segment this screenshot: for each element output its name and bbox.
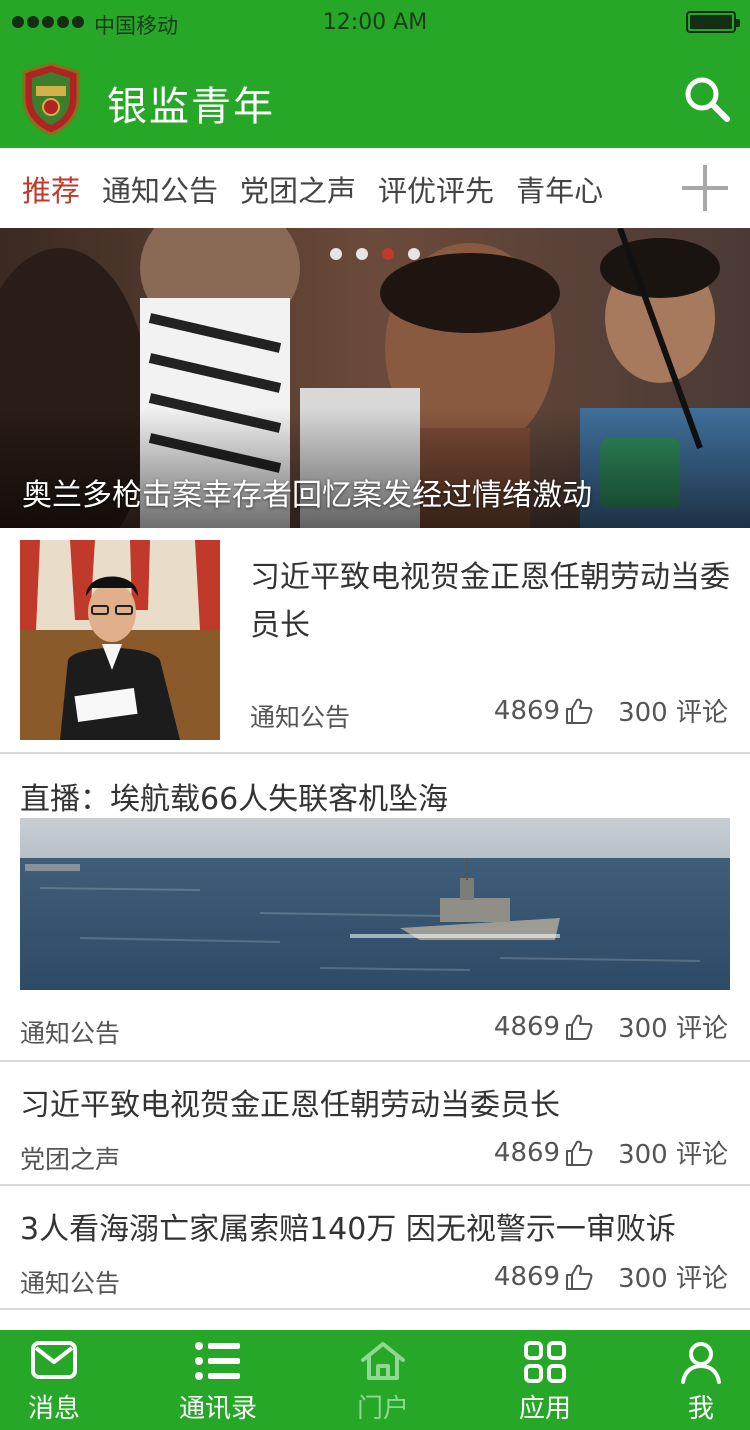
thumbs-up-icon[interactable] <box>564 1138 594 1168</box>
nav-item-portal[interactable]: 门户 <box>328 1330 438 1430</box>
battery-icon <box>686 11 740 33</box>
news-category: 通知公告 <box>20 1269 121 1298</box>
app-title: 银监青年 <box>107 84 275 130</box>
news-thumbnail <box>20 540 220 740</box>
user-icon <box>681 1342 721 1384</box>
tab-list: 推荐 通知公告 党团之声 评优评先 青年心 <box>22 168 603 210</box>
status-time: 12:00 AM <box>322 10 428 35</box>
thumbs-up-icon[interactable] <box>564 1262 594 1292</box>
comment-count[interactable]: 300 评论 <box>618 1008 728 1045</box>
nav-label: 应用 <box>518 1394 571 1424</box>
banner-carousel[interactable]: 奥兰多枪击案幸存者回忆案发经过情绪激动 <box>0 228 750 528</box>
tab-item[interactable]: 评优评先 <box>378 168 494 210</box>
nav-label: 门户 <box>356 1394 409 1424</box>
list-icon <box>195 1342 240 1380</box>
thumbs-up-icon[interactable] <box>564 1012 594 1042</box>
home-icon <box>361 1342 405 1380</box>
news-title[interactable]: 直播：埃航载66人失联客机坠海 <box>20 774 448 818</box>
nav-item-messages[interactable]: 消息 <box>0 1330 108 1430</box>
carousel-dot[interactable] <box>382 248 394 260</box>
grid-apps-icon <box>524 1341 566 1383</box>
like-count: 4869 <box>493 1137 561 1168</box>
thumbs-up-icon[interactable] <box>564 696 594 726</box>
news-category: 党团之声 <box>20 1145 121 1174</box>
nav-item-contacts[interactable]: 通讯录 <box>108 1330 328 1430</box>
like-count: 4869 <box>493 1011 561 1042</box>
tab-item[interactable]: 青年心 <box>516 168 603 210</box>
mail-icon <box>31 1341 77 1379</box>
news-category: 通知公告 <box>250 703 351 732</box>
bottom-nav: 消息 通讯录 门户 应用 我 <box>0 1330 750 1430</box>
news-item[interactable]: 3人看海溺亡家属索赔140万 因无视警示一审败诉 通知公告 4869 300 评… <box>0 1186 750 1310</box>
news-image <box>20 818 730 990</box>
news-item[interactable]: 直播：埃航载66人失联客机坠海 通知公告 4869 300 评论 <box>0 754 750 1062</box>
comment-count[interactable]: 300 评论 <box>618 692 728 729</box>
news-title[interactable]: 习近平致电视贺金正恩任朝劳动当委员长 <box>20 1080 560 1124</box>
nav-label: 通讯录 <box>178 1394 257 1424</box>
search-icon[interactable] <box>682 74 732 124</box>
app-header: 银监青年 <box>0 48 750 148</box>
news-stats: 4869 300 评论 <box>494 1134 728 1171</box>
news-stats: 4869 300 评论 <box>494 1008 728 1045</box>
status-bar: 中国移动 12:00 AM <box>0 0 750 48</box>
like-count: 4869 <box>493 695 561 726</box>
news-category: 通知公告 <box>20 1019 121 1048</box>
tab-item[interactable]: 党团之声 <box>240 168 356 210</box>
like-count: 4869 <box>493 1261 561 1292</box>
comment-count[interactable]: 300 评论 <box>618 1134 728 1171</box>
news-stats: 4869 300 评论 <box>494 692 728 729</box>
carousel-dot[interactable] <box>330 248 342 260</box>
category-tabs: 推荐 通知公告 党团之声 评优评先 青年心 <box>0 148 750 228</box>
carousel-dot[interactable] <box>356 248 368 260</box>
tab-item[interactable]: 推荐 <box>22 168 80 210</box>
carousel-dots <box>330 248 420 260</box>
news-item[interactable]: 习近平致电视贺金正恩任朝劳动当委员长 通知公告 4869 300 评论 <box>0 528 750 754</box>
news-title[interactable]: 习近平致电视贺金正恩任朝劳动当委员长 <box>250 554 730 650</box>
shield-logo-icon <box>22 62 80 136</box>
news-item[interactable]: 习近平致电视贺金正恩任朝劳动当委员长 党团之声 4869 300 评论 <box>0 1062 750 1186</box>
tab-item[interactable]: 通知公告 <box>102 168 218 210</box>
nav-label: 消息 <box>27 1394 80 1424</box>
banner-caption[interactable]: 奥兰多枪击案幸存者回忆案发经过情绪激动 <box>22 470 592 514</box>
carousel-dot[interactable] <box>408 248 420 260</box>
news-title[interactable]: 3人看海溺亡家属索赔140万 因无视警示一审败诉 <box>20 1204 676 1248</box>
news-stats: 4869 300 评论 <box>494 1258 728 1295</box>
nav-item-me[interactable]: 我 <box>652 1330 750 1430</box>
plus-icon[interactable] <box>660 148 750 228</box>
nav-label: 我 <box>687 1394 714 1424</box>
comment-count[interactable]: 300 评论 <box>618 1258 728 1295</box>
nav-item-apps[interactable]: 应用 <box>438 1330 652 1430</box>
